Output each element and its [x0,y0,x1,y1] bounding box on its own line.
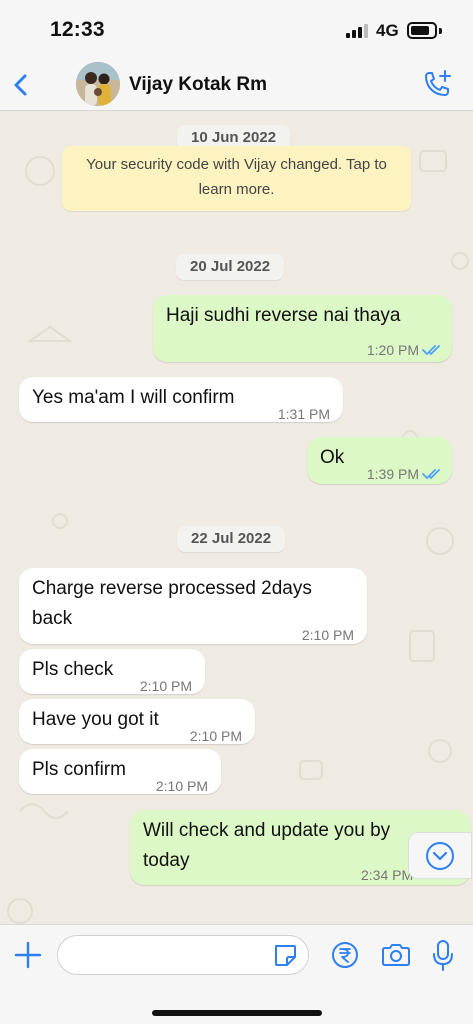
message-bubble-incoming[interactable]: Charge reverse processed 2days back 2:10… [19,568,367,644]
plus-icon [14,941,42,969]
date-divider: 22 Jul 2022 [177,526,286,552]
date-divider: 20 Jul 2022 [176,254,285,280]
message-time: 2:34 PM [361,867,414,883]
security-notice-text: Your security code with Vijay changed. T… [86,156,387,198]
microphone-icon [433,940,453,971]
message-text-line1: Will check and update you by [143,820,391,841]
battery-cap [439,28,442,34]
battery-icon [407,22,437,39]
message-meta: 1:39 PM [367,459,442,489]
message-bubble-incoming[interactable]: Yes ma'am I will confirm 1:31 PM [19,377,343,422]
message-time: 1:31 PM [277,406,330,422]
sticker-button[interactable] [271,941,299,969]
message-time: 2:10 PM [155,778,208,794]
payment-button[interactable] [331,941,359,969]
signal-icon [346,24,370,38]
message-bubble-incoming[interactable]: Pls check 2:10 PM [19,649,205,694]
message-time: 2:10 PM [139,678,192,694]
chat-header: Vijay Kotak Rm [0,60,473,111]
message-meta: 1:20 PM [367,335,442,365]
message-bubble-outgoing[interactable]: Haji sudhi reverse nai thaya 1:20 PM [153,295,452,362]
chevron-left-icon [14,74,27,96]
chat-area[interactable]: 10 Jun 2022 Your security code with Vija… [0,111,473,924]
message-text: Pls confirm [32,759,126,780]
message-time: 2:10 PM [301,627,354,643]
read-receipt-icon [422,345,440,355]
rupee-payment-icon [332,942,358,968]
status-bar: 12:33 4G [0,0,473,60]
chat-wallpaper [7,150,469,924]
network-type: 4G [376,21,399,40]
message-text: Have you got it [32,709,159,730]
message-text-line2: today [143,850,190,871]
chevron-down-icon [426,842,454,870]
sticker-icon [275,945,296,966]
back-button[interactable] [8,66,38,104]
message-bubble-incoming[interactable]: Have you got it 2:10 PM [19,699,255,744]
home-indicator [152,1010,322,1016]
message-time: 1:39 PM [366,466,419,482]
camera-icon [382,944,410,966]
message-text: Yes ma'am I will confirm [32,387,235,408]
message-time: 1:20 PM [366,342,419,358]
message-time: 2:10 PM [189,728,242,744]
phone-plus-icon [425,70,451,96]
camera-button[interactable] [380,941,412,969]
contact-name[interactable]: Vijay Kotak Rm [129,74,267,96]
message-text-line2: back [32,608,73,629]
security-code-notice[interactable]: Your security code with Vijay changed. T… [62,146,411,211]
composer-bar [0,924,473,1024]
message-text: Haji sudhi reverse nai thaya [166,305,401,326]
message-text: Pls check [32,659,114,680]
attach-button[interactable] [13,940,43,970]
status-time: 12:33 [50,18,105,41]
message-bubble-outgoing[interactable]: Ok 1:39 PM [307,437,452,484]
read-receipt-icon [422,469,440,479]
scroll-to-bottom-button[interactable] [408,832,472,879]
message-text: Ok [320,447,345,468]
microphone-button[interactable] [430,938,456,972]
message-text-line1: Charge reverse processed 2days [32,578,312,599]
avatar[interactable] [76,62,120,106]
message-bubble-incoming[interactable]: Pls confirm 2:10 PM [19,749,221,794]
call-button[interactable] [420,68,454,102]
